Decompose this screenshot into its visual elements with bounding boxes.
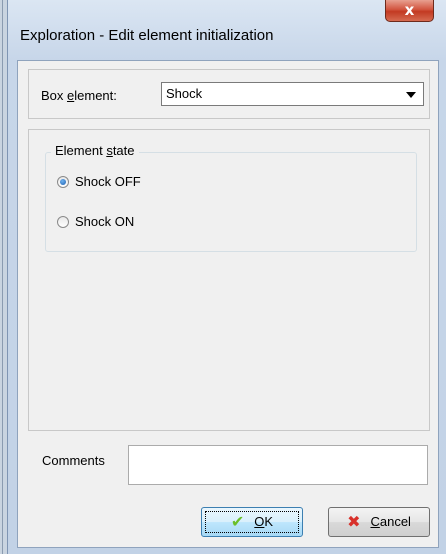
close-button[interactable]: x <box>385 0 434 22</box>
radio-shock-off[interactable]: Shock OFF <box>57 174 141 189</box>
box-element-label: Box element: <box>41 88 117 103</box>
cancel-button[interactable]: ✖ Cancel <box>328 507 430 537</box>
cross-icon: ✖ <box>347 514 361 531</box>
element-state-panel: Element state Shock OFF Shock ON <box>28 129 430 431</box>
ok-button[interactable]: ✔ OK <box>201 507 303 537</box>
radio-button-selected-icon[interactable] <box>57 176 69 188</box>
comments-field[interactable] <box>128 445 428 485</box>
dialog-client-area: Box element: Shock Element state Shock O… <box>17 60 439 548</box>
radio-label: Shock OFF <box>75 174 141 189</box>
close-icon: x <box>404 1 415 19</box>
background-window-edge <box>0 0 7 554</box>
radio-button-icon[interactable] <box>57 216 69 228</box>
element-state-group <box>45 152 417 252</box>
comments-label: Comments <box>42 453 105 468</box>
radio-label: Shock ON <box>75 214 135 229</box>
box-element-panel: Box element: Shock <box>28 69 430 119</box>
box-element-select[interactable]: Shock <box>161 82 424 106</box>
dropdown-arrow-icon[interactable] <box>406 92 416 98</box>
window-title: Exploration - Edit element initializatio… <box>20 27 274 44</box>
radio-shock-on[interactable]: Shock ON <box>57 214 134 229</box>
element-state-legend: Element state <box>51 143 139 158</box>
box-element-value: Shock <box>166 86 203 101</box>
dialog-window: Exploration - Edit element initializatio… <box>7 0 446 554</box>
